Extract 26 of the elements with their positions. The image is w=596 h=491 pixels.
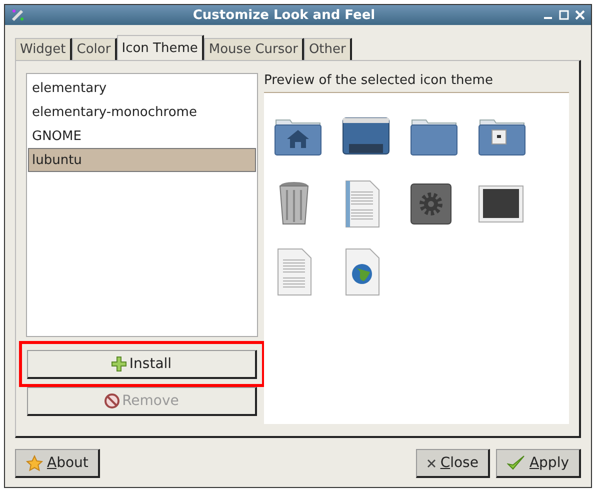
- theme-list-item[interactable]: elementary: [28, 76, 256, 100]
- monitor-icon: [478, 185, 524, 223]
- theme-list-item[interactable]: GNOME: [28, 124, 256, 148]
- close-button[interactable]: Close: [416, 449, 490, 478]
- tab[interactable]: Icon Theme: [116, 35, 204, 60]
- gear-icon: [410, 183, 452, 225]
- window-title: Customize Look and Feel: [192, 8, 376, 22]
- tab[interactable]: Mouse Cursor: [204, 38, 304, 60]
- paintbrush-icon: [11, 8, 25, 22]
- install-button[interactable]: Install: [27, 350, 257, 379]
- tab[interactable]: Other: [304, 38, 352, 60]
- theme-list-item[interactable]: elementary-monochrome: [28, 100, 256, 124]
- apply-button[interactable]: Apply: [496, 449, 581, 478]
- close-icon: [427, 458, 436, 468]
- prohibited-icon: [104, 393, 120, 409]
- desktop-folder-icon: [342, 116, 390, 156]
- about-button[interactable]: About: [15, 449, 100, 478]
- plus-icon: [111, 356, 128, 372]
- close-icon[interactable]: [575, 10, 585, 20]
- checkmark-icon: [507, 455, 526, 471]
- tab[interactable]: Color: [72, 38, 117, 60]
- maximize-icon[interactable]: [559, 10, 569, 20]
- theme-list-item[interactable]: lubuntu: [28, 148, 256, 172]
- star-icon: [26, 454, 43, 472]
- preview-heading: Preview of the selected icon theme: [264, 73, 569, 93]
- tab[interactable]: Widget: [15, 38, 72, 60]
